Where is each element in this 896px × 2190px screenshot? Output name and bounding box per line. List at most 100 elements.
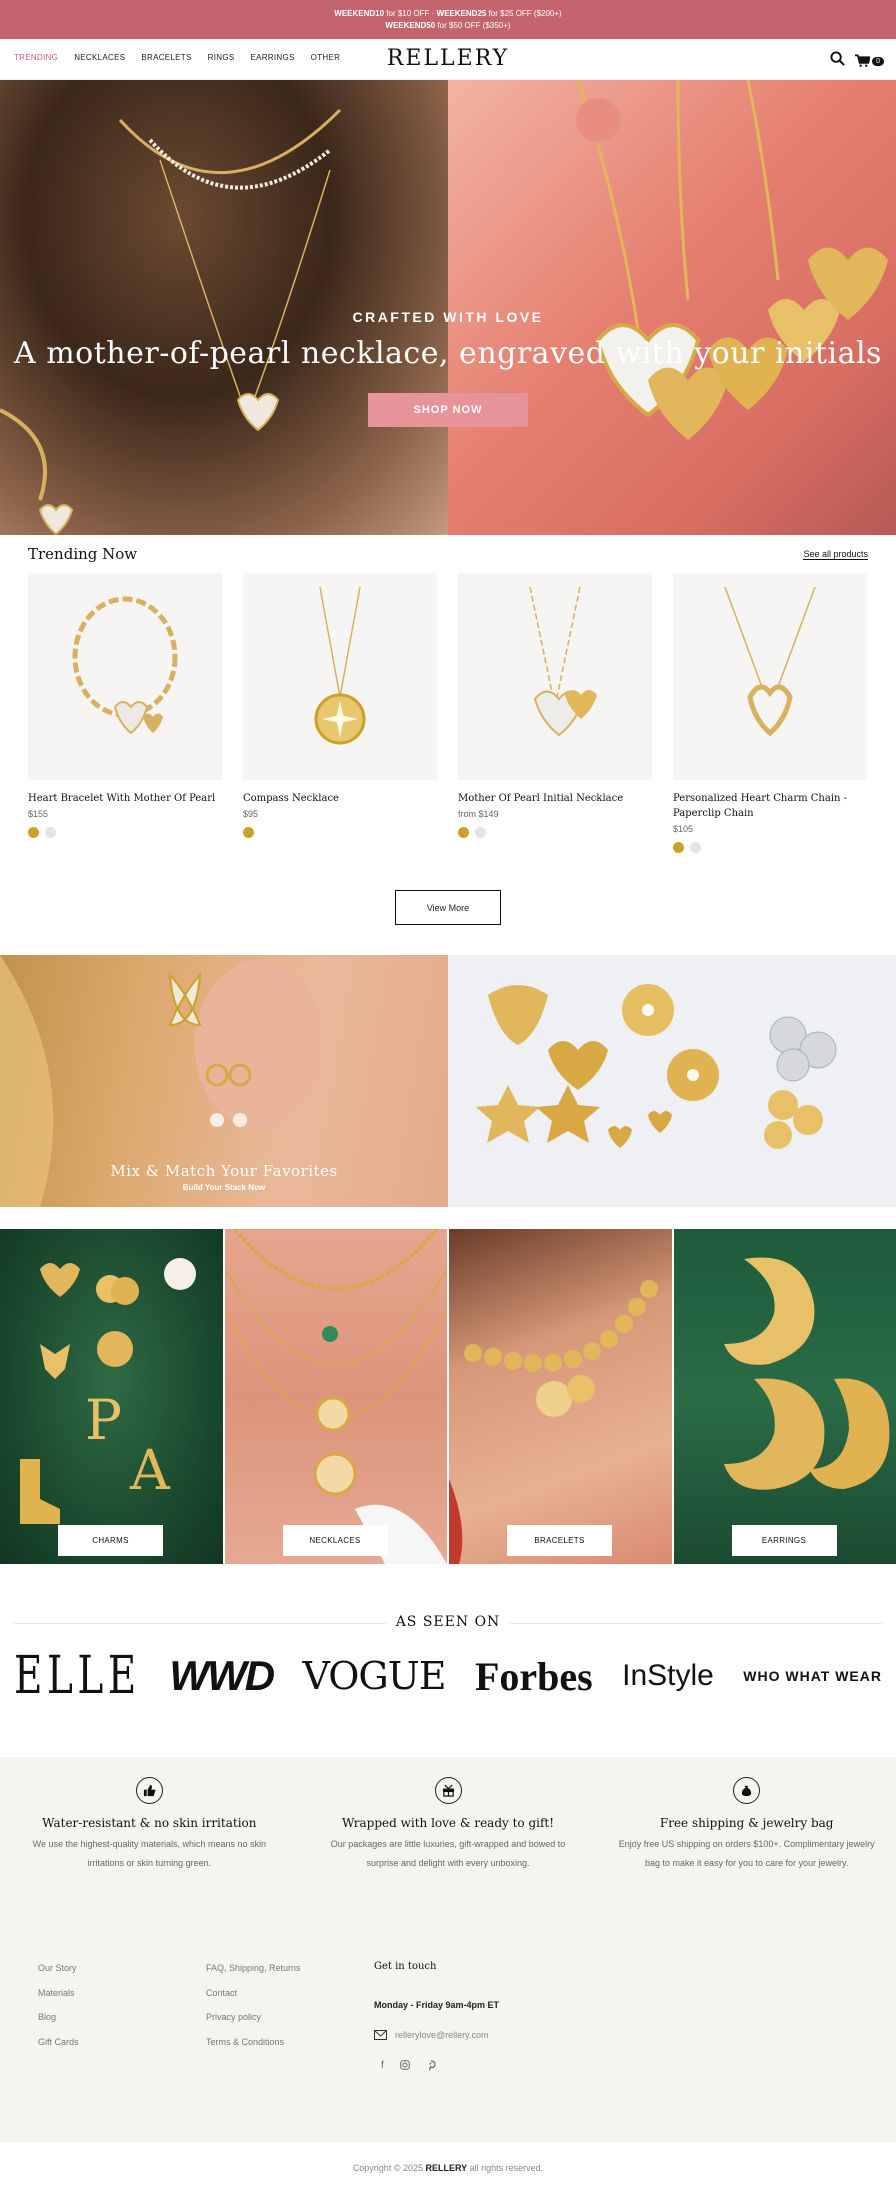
silver-swatch[interactable] xyxy=(45,827,56,838)
color-swatches xyxy=(243,827,437,838)
mix-title: Mix & Match Your Favorites xyxy=(0,1162,448,1180)
category-tile-charms[interactable]: P A CHARMS xyxy=(0,1229,223,1564)
announcement-line-1: WEEKEND10 for $10 OFF · WEEKEND25 for $2… xyxy=(0,8,896,20)
mix-text: Mix & Match Your Favorites Build Your St… xyxy=(0,1162,448,1192)
press-logos: ELLE WWD VOGUE Forbes InStyle WHO WHAT W… xyxy=(14,1646,882,1706)
category-tile-bracelets[interactable]: BRACELETS xyxy=(449,1229,672,1564)
feature-title: Water-resistant & no skin irritation xyxy=(20,1816,279,1830)
silver-swatch[interactable] xyxy=(475,827,486,838)
hero-overlay: CRAFTED WITH LOVE A mother-of-pearl neck… xyxy=(0,80,896,535)
jewelry-bag-icon xyxy=(733,1777,760,1804)
as-seen-on-section: AS SEEN ON ELLE WWD VOGUE Forbes InStyle… xyxy=(0,1564,896,1757)
product-price: $105 xyxy=(673,824,867,834)
product-grid: Heart Bracelet With Mother Of Pearl $155… xyxy=(28,573,868,853)
product-card[interactable]: Mother Of Pearl Initial Necklace from $1… xyxy=(458,573,652,853)
color-swatches xyxy=(673,842,867,853)
view-more-button[interactable]: View More xyxy=(395,890,501,925)
footer-link-terms[interactable]: Terms & Conditions xyxy=(206,2037,301,2062)
copyright-brand: RELLERY xyxy=(425,2163,467,2173)
trending-title: Trending Now xyxy=(28,545,137,563)
gold-swatch[interactable] xyxy=(458,827,469,838)
facebook-icon[interactable]: f xyxy=(381,2060,384,2074)
product-image[interactable] xyxy=(28,573,222,780)
mix-subtitle[interactable]: Build Your Stack Now xyxy=(0,1183,448,1192)
pinterest-icon[interactable] xyxy=(426,2060,436,2074)
product-price: from $149 xyxy=(458,809,652,819)
product-name[interactable]: Mother Of Pearl Initial Necklace xyxy=(458,791,652,806)
footer-link-privacy[interactable]: Privacy policy xyxy=(206,2012,301,2037)
hero-title: A mother-of-pearl necklace, engraved wit… xyxy=(0,336,896,371)
trending-header: Trending Now See all products xyxy=(28,535,868,573)
product-image[interactable] xyxy=(458,573,652,780)
product-name[interactable]: Personalized Heart Charm Chain - Papercl… xyxy=(673,791,867,821)
gold-swatch[interactable] xyxy=(243,827,254,838)
product-card[interactable]: Compass Necklace $95 xyxy=(243,573,437,853)
svg-text:P: P xyxy=(85,1388,122,1452)
feature-gift-wrapped: Wrapped with love & ready to gift! Our p… xyxy=(299,1777,598,1907)
product-image[interactable] xyxy=(673,573,867,780)
contact-email-text[interactable]: rellerylove@rellery.com xyxy=(395,2030,489,2040)
footer-column-about: Our Story Materials Blog Gift Cards xyxy=(38,1963,79,2061)
instagram-icon[interactable] xyxy=(400,2060,410,2074)
product-card[interactable]: Heart Bracelet With Mother Of Pearl $155 xyxy=(28,573,222,853)
footer-link-gift-cards[interactable]: Gift Cards xyxy=(38,2037,79,2062)
copyright-prefix: Copyright © 2025 xyxy=(353,2163,426,2173)
silver-swatch[interactable] xyxy=(690,842,701,853)
get-in-touch-heading: Get in touch xyxy=(374,1961,499,1972)
footer-link-materials[interactable]: Materials xyxy=(38,1988,79,2013)
search-icon[interactable] xyxy=(830,51,845,71)
feature-text: Our packages are little luxuries, gift-w… xyxy=(319,1835,578,1873)
earrings-flatlay-illustration xyxy=(448,955,896,1207)
site-header: TRENDING NECKLACES BRACELETS RINGS EARRI… xyxy=(0,39,896,80)
footer-link-blog[interactable]: Blog xyxy=(38,2012,79,2037)
cart-count-badge: 0 xyxy=(872,57,884,66)
press-logo-vogue: VOGUE xyxy=(302,1654,445,1698)
gift-icon xyxy=(435,1777,462,1804)
site-logo[interactable]: RELLERY xyxy=(0,46,896,71)
site-footer: Our Story Materials Blog Gift Cards FAQ,… xyxy=(0,1907,896,2142)
footer-link-contact[interactable]: Contact xyxy=(206,1988,301,2013)
feature-text: We use the highest-quality materials, wh… xyxy=(20,1835,279,1873)
mix-match-banner[interactable]: Mix & Match Your Favorites Build Your St… xyxy=(0,955,896,1207)
category-button-necklaces[interactable]: NECKLACES xyxy=(283,1525,388,1556)
feature-water-resistant: Water-resistant & no skin irritation We … xyxy=(0,1777,299,1907)
press-logo-instyle: InStyle xyxy=(622,1659,714,1693)
product-name[interactable]: Heart Bracelet With Mother Of Pearl xyxy=(28,791,222,806)
category-tiles: P A CHARMS NECKLACES BRACELETS xyxy=(0,1229,896,1564)
cart-button[interactable]: 0 xyxy=(855,54,884,68)
thumbs-up-icon xyxy=(136,1777,163,1804)
footer-link-our-story[interactable]: Our Story xyxy=(38,1963,79,1988)
category-tile-earrings[interactable]: EARRINGS xyxy=(674,1229,896,1564)
copyright-suffix: all rights reserved. xyxy=(467,2163,543,2173)
mail-icon xyxy=(374,2030,387,2040)
footer-contact: Get in touch Monday - Friday 9am-4pm ET … xyxy=(374,1961,499,2074)
as-seen-on-title: AS SEEN ON xyxy=(0,1614,896,1630)
copyright-bar: Copyright © 2025 RELLERY all rights rese… xyxy=(0,2142,896,2190)
mix-image-earrings-model[interactable]: Mix & Match Your Favorites Build Your St… xyxy=(0,955,448,1207)
gold-swatch[interactable] xyxy=(673,842,684,853)
product-card[interactable]: Personalized Heart Charm Chain - Papercl… xyxy=(673,573,867,853)
hero-banner: CRAFTED WITH LOVE A mother-of-pearl neck… xyxy=(0,80,896,535)
features-section: Water-resistant & no skin irritation We … xyxy=(0,1757,896,1907)
svg-text:A: A xyxy=(129,1438,171,1502)
category-button-bracelets[interactable]: BRACELETS xyxy=(507,1525,612,1556)
color-swatches xyxy=(458,827,652,838)
mix-image-earrings-flatlay[interactable] xyxy=(448,955,896,1207)
product-image[interactable] xyxy=(243,573,437,780)
shop-now-button[interactable]: SHOP NOW xyxy=(368,393,528,427)
charms-illustration: P A xyxy=(0,1229,222,1564)
category-button-earrings[interactable]: EARRINGS xyxy=(732,1525,837,1556)
category-tile-necklaces[interactable]: NECKLACES xyxy=(225,1229,448,1564)
gold-swatch[interactable] xyxy=(28,827,39,838)
header-icons: 0 xyxy=(830,51,884,71)
business-hours: Monday - Friday 9am-4pm ET xyxy=(374,2000,499,2010)
contact-email[interactable]: rellerylove@rellery.com xyxy=(374,2030,499,2040)
see-all-products-link[interactable]: See all products xyxy=(803,549,868,560)
color-swatches xyxy=(28,827,222,838)
footer-link-faq[interactable]: FAQ, Shipping, Returns xyxy=(206,1963,301,1988)
category-button-charms[interactable]: CHARMS xyxy=(58,1525,163,1556)
feature-free-shipping: Free shipping & jewelry bag Enjoy free U… xyxy=(597,1777,896,1907)
footer-column-help: FAQ, Shipping, Returns Contact Privacy p… xyxy=(206,1963,301,2061)
product-name[interactable]: Compass Necklace xyxy=(243,791,437,806)
press-logo-wwd: WWD xyxy=(169,1652,273,1700)
